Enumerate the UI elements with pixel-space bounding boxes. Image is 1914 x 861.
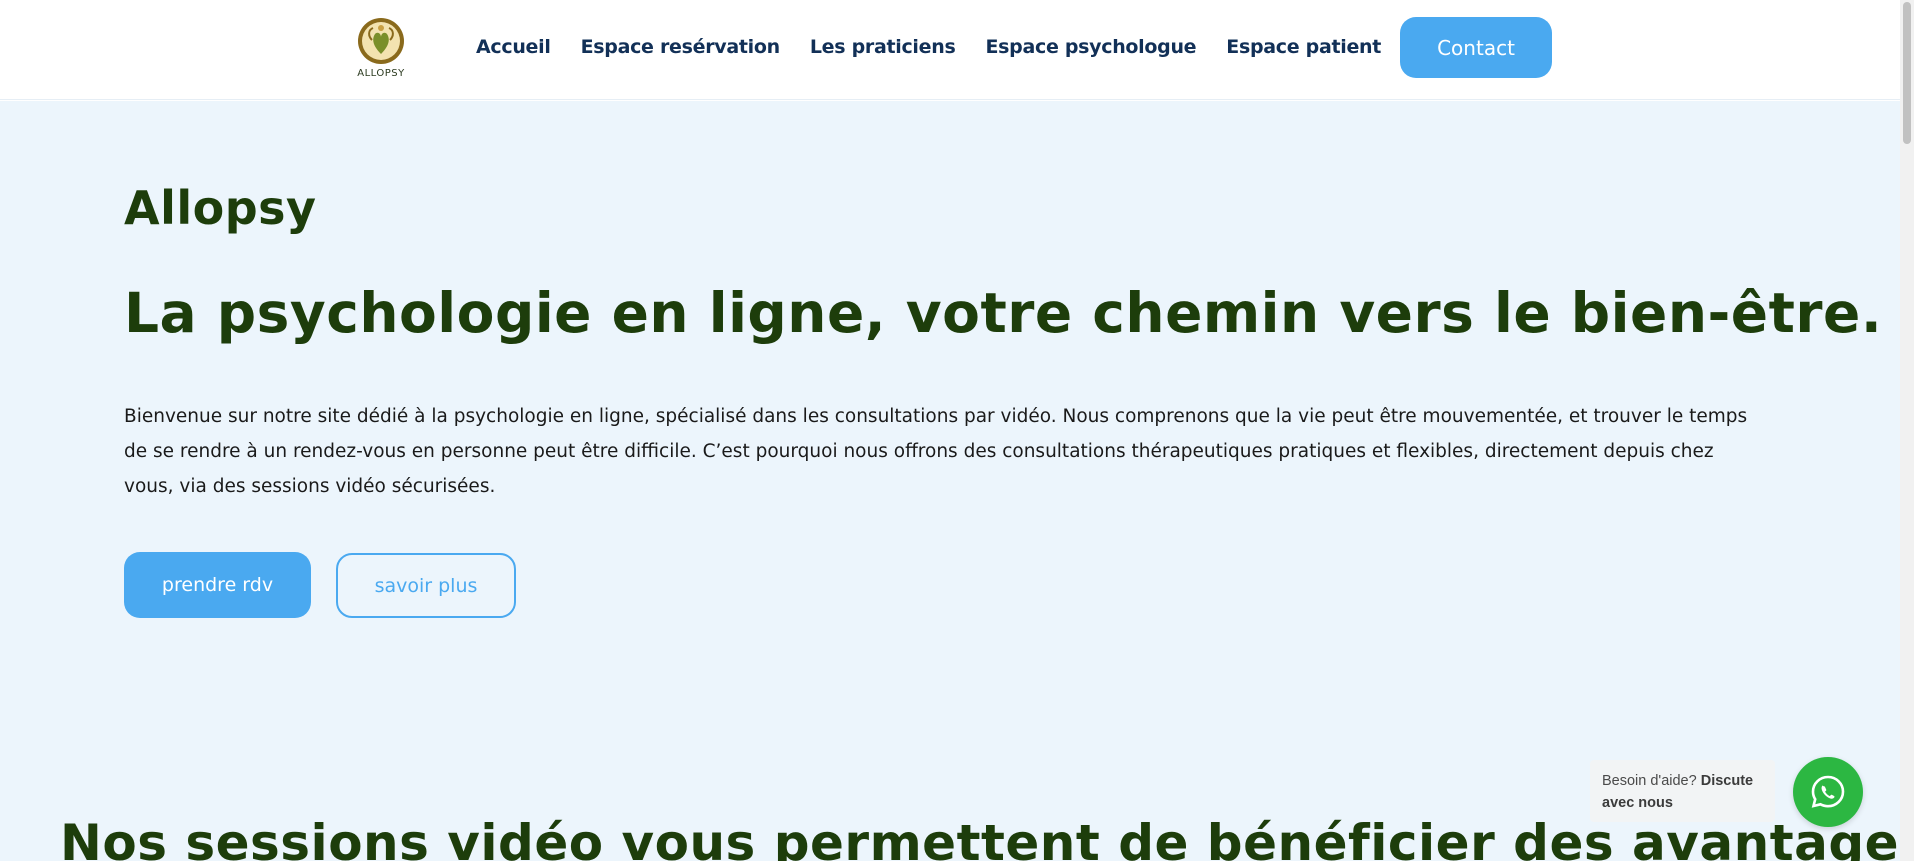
main-nav: Accueil Espace resérvation Les praticien… — [476, 34, 1411, 60]
nav-item-espace-psychologue[interactable]: Espace psychologue — [985, 34, 1196, 60]
savoir-plus-button[interactable]: savoir plus — [336, 553, 516, 618]
page: ALLOPSY Accueil Espace resérvation Les p… — [0, 0, 1914, 861]
logo-wordmark: ALLOPSY — [357, 68, 405, 79]
whatsapp-chat-button[interactable] — [1793, 757, 1863, 827]
site-header: ALLOPSY Accueil Espace resérvation Les p… — [0, 0, 1900, 100]
scrollbar-thumb[interactable] — [1903, 2, 1911, 144]
brand-title: Allopsy — [124, 181, 317, 235]
nav-item-accueil[interactable]: Accueil — [476, 34, 551, 60]
hero-intro-text: Bienvenue sur notre site dédié à la psyc… — [124, 406, 1748, 497]
vertical-scrollbar[interactable] — [1900, 0, 1914, 861]
help-chat-bubble[interactable]: Besoin d'aide? Discute avec nous — [1590, 760, 1775, 822]
nav-item-espace-reservation[interactable]: Espace resérvation — [581, 34, 781, 60]
help-text-prefix: Besoin d'aide? — [1602, 773, 1697, 789]
nav-item-espace-patient[interactable]: Espace patient — [1226, 34, 1381, 60]
whatsapp-icon — [1811, 775, 1845, 808]
allopsy-logo[interactable]: ALLOPSY — [350, 14, 412, 84]
contact-button[interactable]: Contact — [1400, 17, 1552, 78]
hero-headline: La psychologie en ligne, votre chemin ve… — [124, 281, 1883, 345]
logo-emblem-icon — [358, 18, 404, 64]
prendre-rdv-button[interactable]: prendre rdv — [124, 552, 311, 618]
nav-item-les-praticiens[interactable]: Les praticiens — [810, 34, 956, 60]
hero-section: Allopsy La psychologie en ligne, votre c… — [0, 101, 1914, 861]
